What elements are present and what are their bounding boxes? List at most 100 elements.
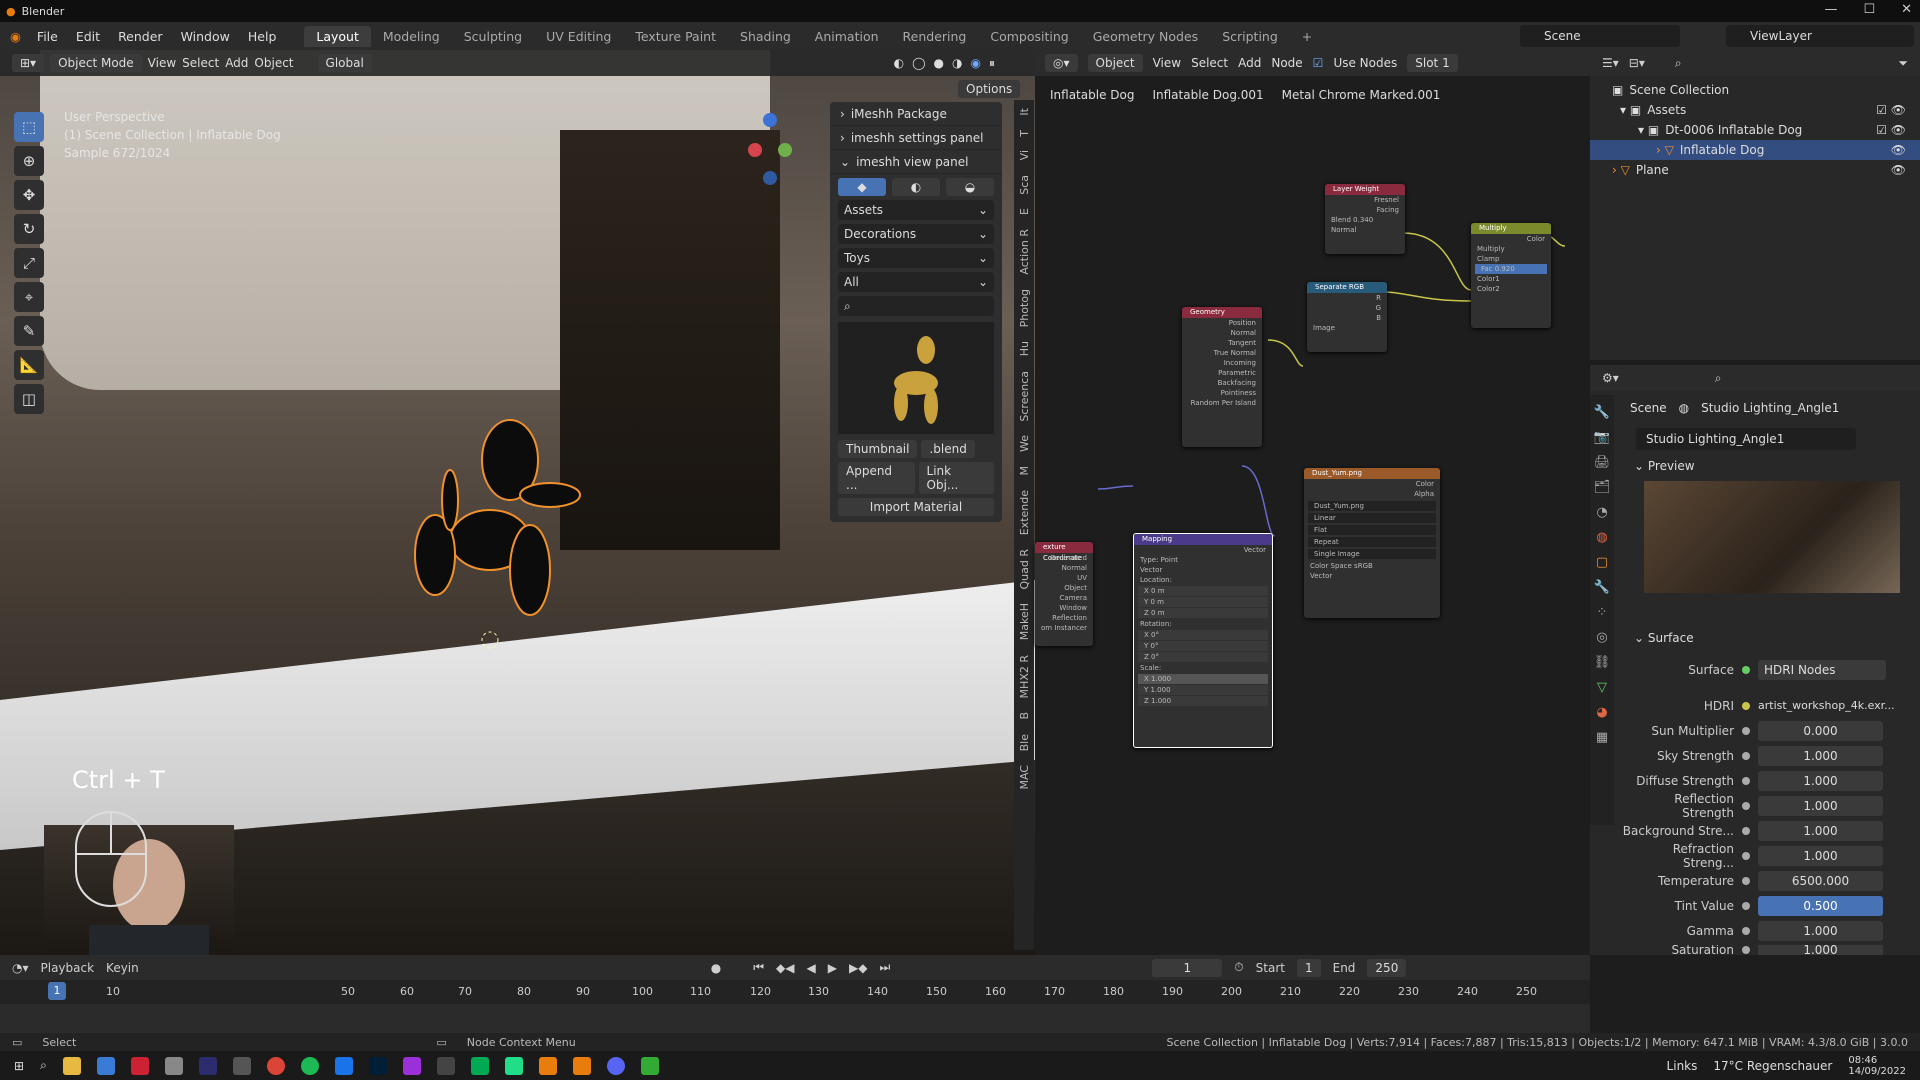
shader-type-dropdown[interactable]: Object: [1087, 54, 1143, 72]
menu-window[interactable]: Window: [173, 26, 238, 47]
options-button[interactable]: Options: [958, 80, 1021, 98]
editor-type-button[interactable]: ⊞▾: [12, 54, 45, 72]
tab-texture-paint[interactable]: Texture Paint: [623, 26, 728, 47]
outliner-row-inflatable-dog[interactable]: › ▽ Inflatable Dog 👁: [1590, 140, 1920, 160]
app-icon[interactable]: [96, 1056, 115, 1075]
node-menu-node[interactable]: Node: [1271, 56, 1302, 70]
sidebar-tab[interactable]: B: [1018, 712, 1031, 720]
tab-geometry-nodes[interactable]: Geometry Nodes: [1081, 26, 1210, 47]
scale-z-field[interactable]: Z 1.000: [1138, 696, 1268, 706]
filter-dropdown[interactable]: All ⌄: [838, 272, 994, 292]
layer-weight-node[interactable]: Layer Weight Fresnel Facing Blend 0.340 …: [1325, 184, 1405, 254]
image-selector[interactable]: Dust_Yum.png: [1308, 501, 1436, 511]
interpolation-dropdown[interactable]: Linear: [1308, 513, 1436, 523]
node-socket[interactable]: Color1: [1471, 274, 1551, 284]
node-socket[interactable]: Image: [1307, 323, 1387, 333]
close-button[interactable]: ✕: [1901, 2, 1912, 17]
discord-icon[interactable]: [606, 1056, 625, 1075]
menu-file[interactable]: File: [29, 26, 66, 47]
location-x-field[interactable]: X 0 m: [1138, 586, 1268, 596]
node-field[interactable]: om Instancer: [1035, 623, 1093, 633]
world-selector[interactable]: Studio Lighting_Angle1: [1636, 428, 1856, 450]
visibility-icon[interactable]: 👁: [1891, 163, 1906, 177]
app-icon[interactable]: [164, 1056, 183, 1075]
current-frame-field[interactable]: 1: [1152, 958, 1223, 977]
scale-tool-icon[interactable]: ⤢: [14, 248, 44, 278]
end-frame-field[interactable]: 250: [1367, 958, 1407, 977]
next-keyframe-icon[interactable]: ▶◆: [849, 961, 867, 975]
category-dropdown[interactable]: Decorations ⌄: [838, 224, 994, 244]
subcategory-dropdown[interactable]: Toys ⌄: [838, 248, 994, 268]
scale-y-field[interactable]: Y 1.000: [1138, 685, 1268, 695]
material-shading-icon[interactable]: ◑: [952, 56, 962, 71]
start-frame-field[interactable]: 1: [1296, 958, 1321, 977]
solid-shading-icon[interactable]: ●: [934, 56, 944, 71]
hdri-tab-icon[interactable]: ◒: [946, 178, 994, 196]
tab-sculpting[interactable]: Sculpting: [452, 26, 534, 47]
sidebar-tab[interactable]: MakeH: [1018, 603, 1031, 640]
search-icon[interactable]: ⌕: [1715, 371, 1722, 386]
chrome-icon[interactable]: [266, 1056, 285, 1075]
display-mode-icon[interactable]: ⊟▾: [1629, 56, 1645, 70]
minimize-button[interactable]: —: [1824, 2, 1837, 17]
node-menu-view[interactable]: View: [1153, 56, 1181, 70]
object-mode-dropdown[interactable]: Object Mode: [50, 54, 142, 72]
sidebar-tab[interactable]: Vi: [1018, 150, 1031, 160]
pause-render-icon[interactable]: ⏸: [989, 56, 995, 71]
sidebar-tab[interactable]: T: [1018, 130, 1031, 137]
record-icon[interactable]: ●: [711, 961, 721, 975]
app-icon[interactable]: [504, 1056, 523, 1075]
outliner-row-assets[interactable]: ▾ ▣ Assets ☑ 👁: [1590, 100, 1920, 120]
visibility-icon[interactable]: ☑ 👁: [1876, 123, 1906, 137]
transform-tool-icon[interactable]: ⌖: [14, 282, 44, 312]
modifier-tab-icon[interactable]: 🔧: [1594, 580, 1610, 595]
node-socket[interactable]: B: [1307, 313, 1387, 323]
surface-panel-header[interactable]: ⌄ Surface: [1634, 631, 1694, 645]
tab-uv-editing[interactable]: UV Editing: [534, 26, 623, 47]
location-z-field[interactable]: Z 0 m: [1138, 608, 1268, 618]
source-dropdown[interactable]: Single Image: [1308, 549, 1436, 559]
rotate-tool-icon[interactable]: ↻: [14, 214, 44, 244]
colorspace-dropdown[interactable]: Color Space sRGB: [1304, 561, 1440, 571]
tab-rendering[interactable]: Rendering: [891, 26, 979, 47]
tab-compositing[interactable]: Compositing: [978, 26, 1080, 47]
hdri-file-field[interactable]: artist_workshop_4k.exr...: [1758, 696, 1895, 716]
rotation-y-field[interactable]: Y 0°: [1138, 641, 1268, 651]
blender-menu-icon[interactable]: ◉: [10, 29, 21, 44]
mapping-node[interactable]: Mapping Vector Type: Point Vector Locati…: [1133, 533, 1273, 748]
search-icon[interactable]: ⌕: [40, 1058, 47, 1073]
node-socket[interactable]: Vector: [1304, 571, 1440, 581]
particles-tab-icon[interactable]: ⁘: [1597, 605, 1608, 620]
saturation-field[interactable]: 1.000: [1758, 945, 1883, 955]
sky-strength-field[interactable]: 1.000: [1758, 746, 1883, 766]
add-cube-tool-icon[interactable]: ◫: [14, 384, 44, 414]
app-icon[interactable]: [470, 1056, 489, 1075]
node-socket[interactable]: True Normal: [1182, 348, 1262, 358]
gamma-field[interactable]: 1.000: [1758, 921, 1883, 941]
sidebar-tab[interactable]: Hu: [1018, 341, 1031, 356]
scene-selector[interactable]: Scene: [1520, 25, 1680, 47]
play-reverse-icon[interactable]: ◀: [807, 961, 816, 975]
node-socket[interactable]: Vector: [1134, 545, 1272, 555]
app-icon[interactable]: [130, 1056, 149, 1075]
extension-dropdown[interactable]: Repeat: [1308, 537, 1436, 547]
start-menu-icon[interactable]: ⊞: [14, 1059, 24, 1073]
geometry-node[interactable]: Geometry Position Normal Tangent True No…: [1182, 307, 1262, 447]
transform-orientation-dropdown[interactable]: Global: [317, 54, 372, 72]
viewport-menu-add[interactable]: Add: [225, 56, 248, 70]
mapping-type-dropdown[interactable]: Type: Point: [1134, 555, 1272, 565]
preview-panel-header[interactable]: ⌄ Preview: [1634, 459, 1695, 473]
rotation-z-field[interactable]: Z 0°: [1138, 652, 1268, 662]
app-icon[interactable]: [436, 1056, 455, 1075]
refraction-strength-field[interactable]: 1.000: [1758, 846, 1883, 866]
node-socket[interactable]: R: [1307, 293, 1387, 303]
play-icon[interactable]: ▶: [828, 961, 837, 975]
node-socket[interactable]: Color2: [1471, 284, 1551, 294]
search-icon[interactable]: ⌕: [1675, 56, 1682, 71]
weather-widget[interactable]: 17°C Regenschauer: [1713, 1059, 1832, 1073]
node-socket[interactable]: Backfacing: [1182, 378, 1262, 388]
surface-selector[interactable]: HDRI Nodes: [1758, 660, 1886, 680]
append-button[interactable]: Append ...: [838, 462, 915, 494]
asset-thumbnail[interactable]: [838, 322, 994, 434]
outliner-row-dt-0006[interactable]: ▾ ▣ Dt-0006 Inflatable Dog ☑ 👁: [1590, 120, 1920, 140]
